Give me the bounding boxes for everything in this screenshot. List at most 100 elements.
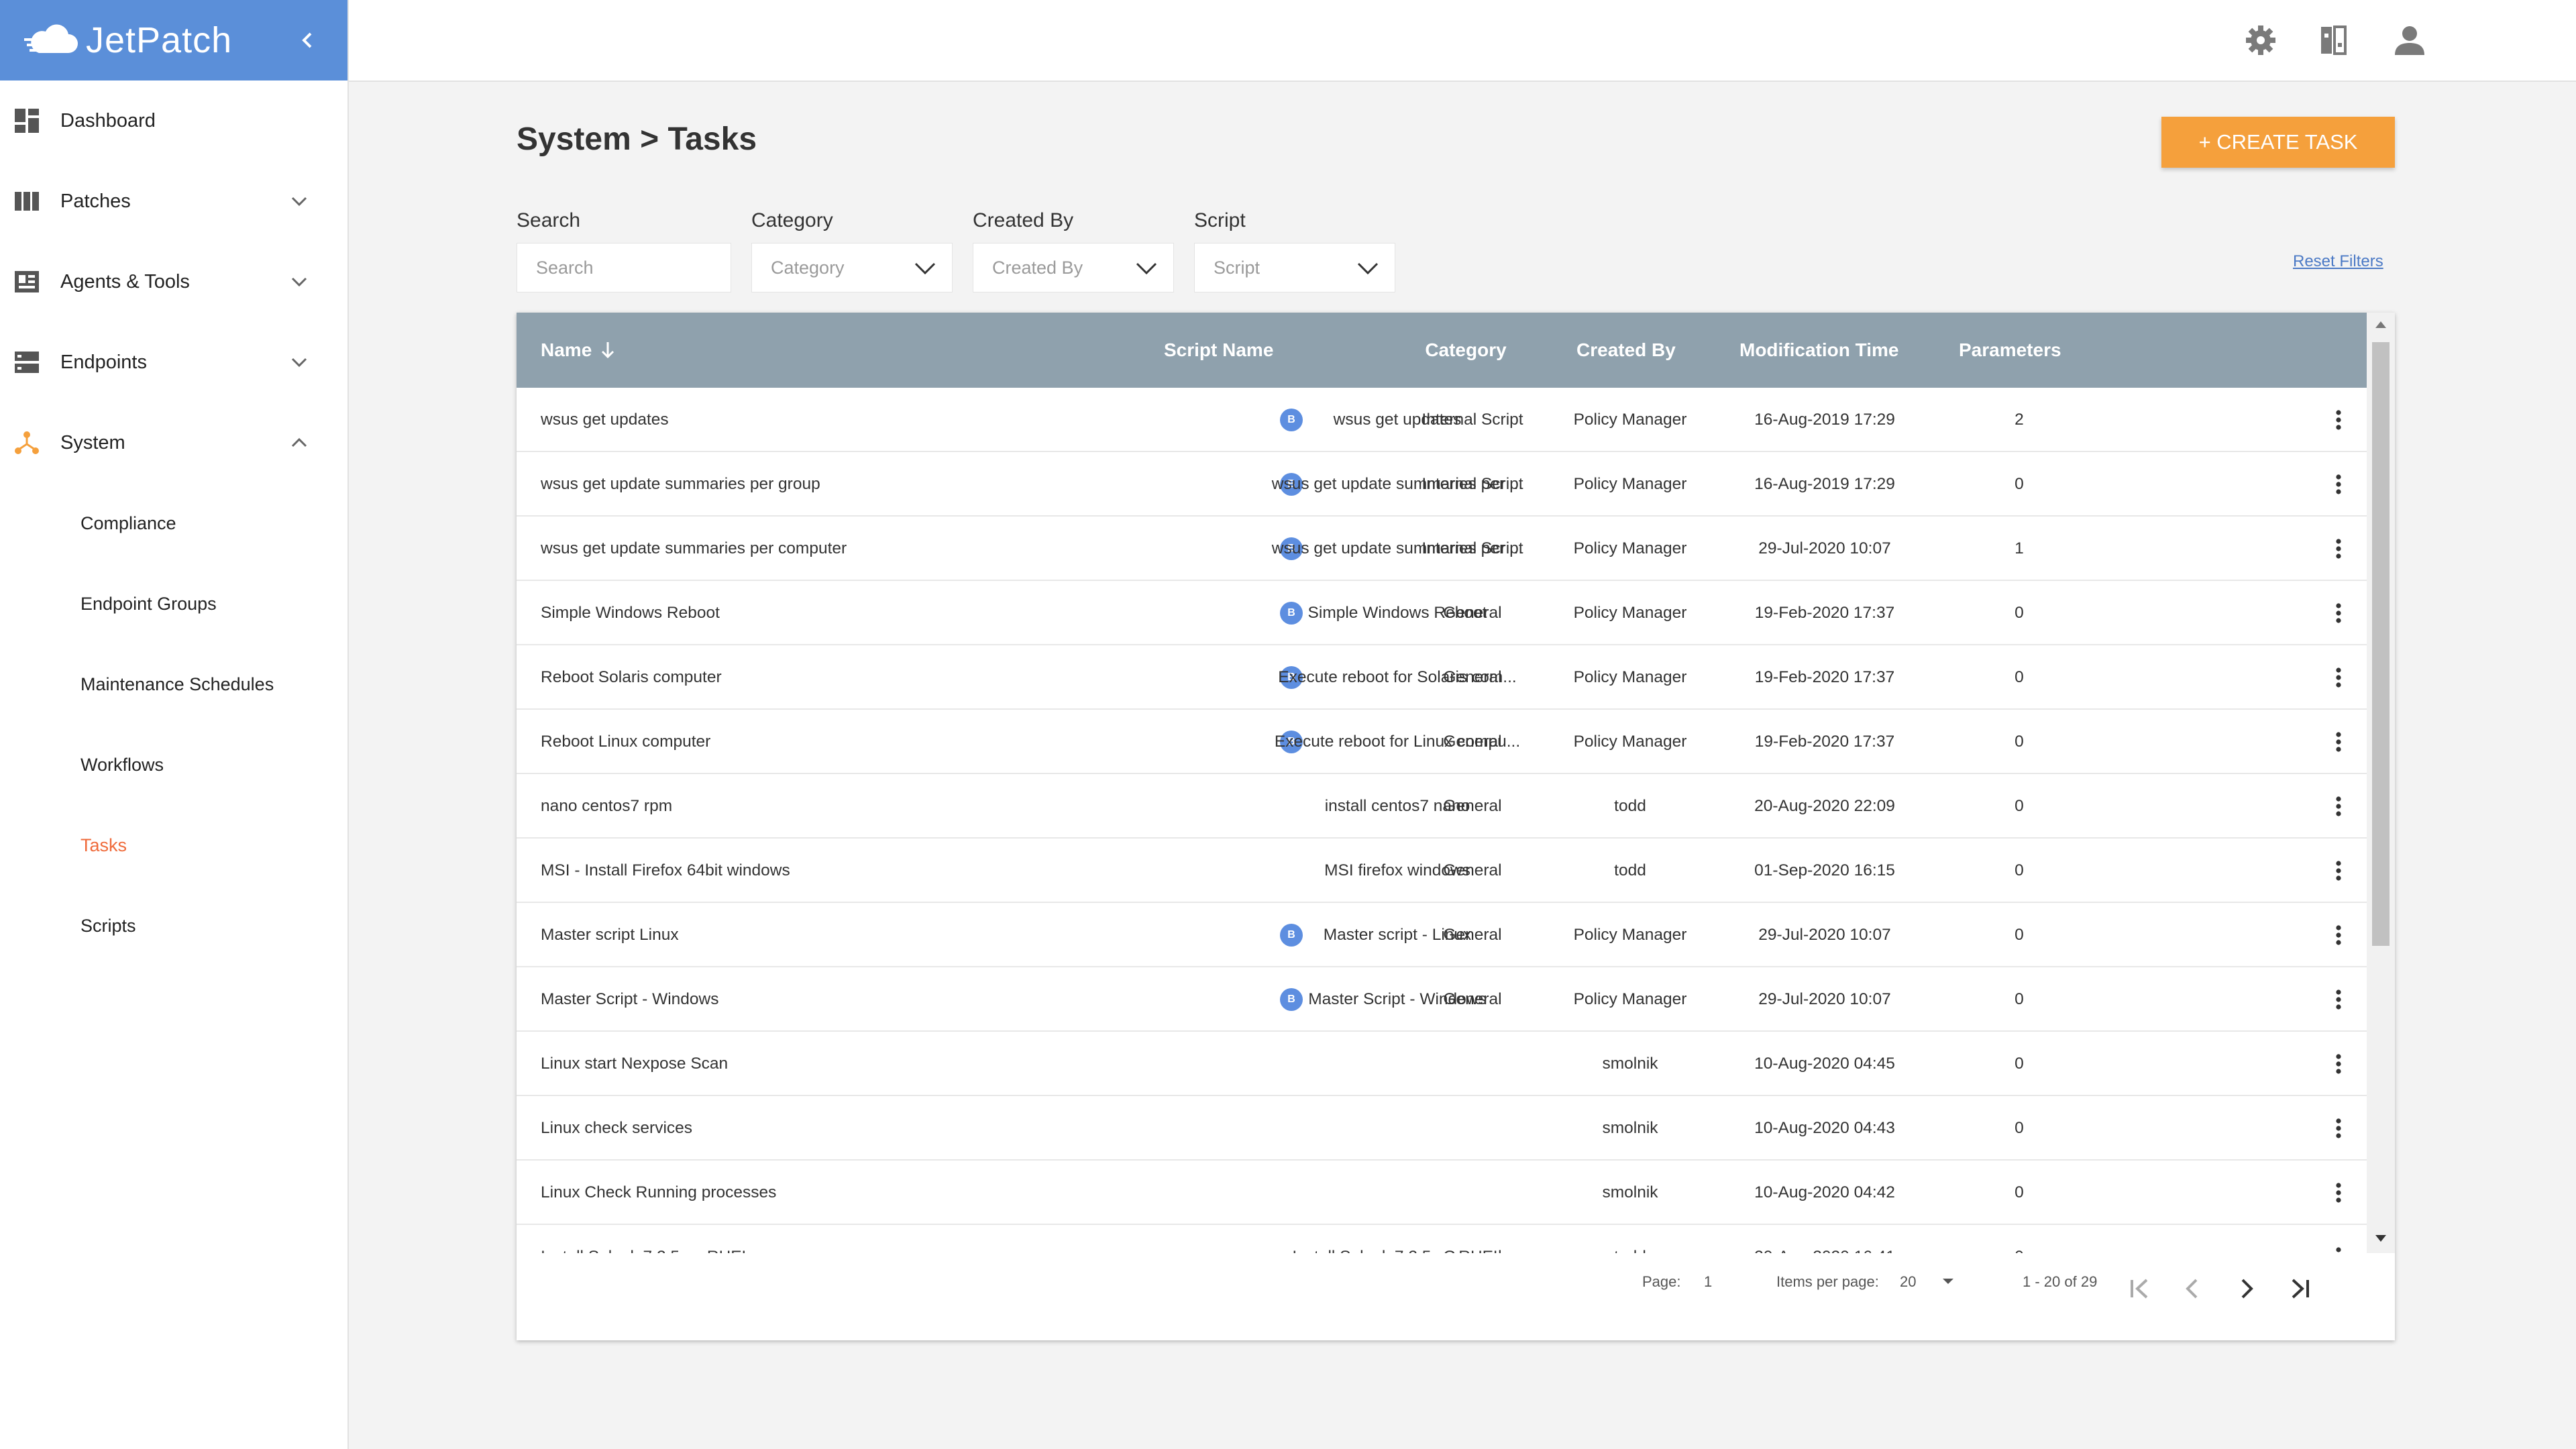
more-vert-icon[interactable]: [2325, 729, 2352, 755]
sidebar-item-label: System: [60, 431, 125, 453]
cell-created-by: smolnik: [1602, 1183, 1658, 1201]
created-by-label: Created By: [973, 209, 1074, 231]
cell-created-by: Policy Manager: [1573, 733, 1687, 751]
more-vert-icon[interactable]: [2325, 922, 2352, 949]
search-input[interactable]: Search: [517, 243, 731, 292]
chevron-down-icon[interactable]: [288, 352, 310, 373]
column-header-name[interactable]: Name: [541, 313, 616, 388]
scroll-thumb[interactable]: [2372, 342, 2390, 946]
created-by-select[interactable]: Created By: [973, 243, 1174, 292]
sidebar-subitem-compliance[interactable]: Compliance: [0, 483, 347, 564]
column-header-modification-time[interactable]: Modification Time: [1739, 313, 1899, 388]
sidebar-item-label: Endpoints: [60, 351, 147, 373]
sidebar-item-patches[interactable]: Patches: [0, 161, 347, 241]
search-filter: Search Search: [517, 209, 731, 292]
table-row[interactable]: MSI - Install Firefox 64bit windows MSI …: [517, 839, 2367, 903]
bookmark-icon[interactable]: [2313, 20, 2353, 60]
sidebar-subitem-workflows[interactable]: Workflows: [0, 724, 347, 805]
chevron-down-icon[interactable]: [288, 191, 310, 212]
column-header-created-by[interactable]: Created By: [1519, 313, 1721, 388]
more-vert-icon[interactable]: [2325, 407, 2352, 433]
cell-parameters: 0: [2015, 604, 2024, 622]
table-row[interactable]: Linux Check Running processes smolnik 10…: [517, 1161, 2367, 1225]
sidebar-item-label: Patches: [60, 190, 131, 212]
cell-modification-time: 20-Aug-2020 22:09: [1754, 797, 1895, 815]
category-select[interactable]: Category: [751, 243, 953, 292]
table-row[interactable]: Master Script - Windows B Master Script …: [517, 967, 2367, 1032]
table-row[interactable]: wsus get updates B wsus get updates Inte…: [517, 388, 2367, 452]
agents-icon: [13, 268, 40, 295]
next-page-icon[interactable]: [2230, 1272, 2263, 1305]
items-per-page-label: Items per page:: [1776, 1273, 1879, 1290]
cell-name: wsus get update summaries per group: [541, 475, 820, 493]
previous-page-icon[interactable]: [2176, 1272, 2210, 1305]
page-number-input[interactable]: 1: [1704, 1273, 1712, 1291]
table-row[interactable]: wsus get update summaries per group B ws…: [517, 452, 2367, 517]
more-vert-icon[interactable]: [2325, 471, 2352, 498]
table-row[interactable]: Master script Linux B Master script - Li…: [517, 903, 2367, 967]
more-vert-icon[interactable]: [2325, 1115, 2352, 1142]
more-vert-icon[interactable]: [2325, 1244, 2352, 1253]
created-by-filter: Created By Created By: [973, 209, 1174, 292]
more-vert-icon[interactable]: [2325, 1051, 2352, 1077]
table-row[interactable]: Reboot Linux computer B Execute reboot f…: [517, 710, 2367, 774]
chevron-down-icon[interactable]: [288, 271, 310, 292]
server-icon: [13, 349, 40, 376]
sidebar-item-system[interactable]: System: [0, 402, 347, 483]
column-header-script-name[interactable]: Script Name: [1164, 313, 1273, 388]
table-row[interactable]: nano centos7 rpm install centos7 nano Ge…: [517, 774, 2367, 839]
sidebar-item-dashboard[interactable]: Dashboard: [0, 80, 347, 161]
last-page-icon[interactable]: [2284, 1272, 2317, 1305]
more-vert-icon[interactable]: [2325, 664, 2352, 691]
more-vert-icon[interactable]: [2325, 986, 2352, 1013]
column-header-parameters[interactable]: Parameters: [1959, 313, 2061, 388]
table-row[interactable]: Reboot Solaris computer B Execute reboot…: [517, 645, 2367, 710]
arrow-down-icon: [602, 342, 614, 359]
more-vert-icon[interactable]: [2325, 1179, 2352, 1206]
first-page-icon[interactable]: [2123, 1272, 2156, 1305]
cell-created-by: Policy Manager: [1573, 411, 1687, 429]
cell-category: General: [1443, 733, 1502, 751]
column-header-category[interactable]: Category: [1412, 313, 1519, 388]
sidebar-subitem-endpoint-groups[interactable]: Endpoint Groups: [0, 564, 347, 644]
sidebar-subitem-scripts[interactable]: Scripts: [0, 885, 347, 966]
table-row[interactable]: Linux check services smolnik 10-Aug-2020…: [517, 1096, 2367, 1161]
page-range: 1 - 20 of 29: [2023, 1273, 2098, 1290]
cell-modification-time: 10-Aug-2020 04:45: [1754, 1055, 1895, 1073]
items-per-page-select[interactable]: 20: [1900, 1273, 1916, 1291]
scroll-up-icon[interactable]: [2375, 319, 2387, 329]
more-vert-icon[interactable]: [2325, 535, 2352, 562]
column-header-label: Name: [541, 339, 592, 360]
user-icon[interactable]: [2390, 20, 2430, 60]
table-row[interactable]: Install Splunk 7.2.5 on RHEL Install Spl…: [517, 1225, 2367, 1253]
cell-name: Simple Windows Reboot: [541, 604, 720, 622]
cell-name: Reboot Solaris computer: [541, 668, 722, 686]
sidebar-item-label: Agents & Tools: [60, 270, 190, 292]
cell-name: Linux start Nexpose Scan: [541, 1055, 729, 1073]
more-vert-icon[interactable]: [2325, 600, 2352, 627]
cell-modification-time: 19-Feb-2020 17:37: [1754, 733, 1895, 751]
cell-parameters: 0: [2015, 475, 2024, 493]
vertical-scrollbar[interactable]: [2367, 313, 2395, 1253]
sidebar-item-endpoints[interactable]: Endpoints: [0, 322, 347, 402]
chevron-up-icon[interactable]: [288, 432, 310, 453]
sidebar-item-agents-tools[interactable]: Agents & Tools: [0, 241, 347, 322]
cell-name: wsus get updates: [541, 411, 669, 429]
chevron-left-icon[interactable]: [294, 27, 321, 54]
table-row[interactable]: Linux start Nexpose Scan smolnik 10-Aug-…: [517, 1032, 2367, 1096]
scroll-down-icon[interactable]: [2375, 1234, 2387, 1244]
cell-category: General: [1443, 797, 1502, 815]
create-task-button[interactable]: + CREATE TASK: [2161, 117, 2395, 168]
script-select[interactable]: Script: [1194, 243, 1395, 292]
gear-icon[interactable]: [2241, 20, 2281, 60]
table-row[interactable]: wsus get update summaries per computer B…: [517, 517, 2367, 581]
more-vert-icon[interactable]: [2325, 793, 2352, 820]
reset-filters-link[interactable]: Reset Filters: [2293, 252, 2383, 271]
sidebar-subitem-maintenance-schedules[interactable]: Maintenance Schedules: [0, 644, 347, 724]
more-vert-icon[interactable]: [2325, 857, 2352, 884]
cell-category: General: [1443, 990, 1502, 1008]
sidebar-subitem-tasks[interactable]: Tasks: [0, 805, 347, 885]
table-row[interactable]: Simple Windows Reboot B Simple Windows R…: [517, 581, 2367, 645]
caret-down-icon[interactable]: [1940, 1273, 1956, 1289]
category-placeholder: Category: [771, 257, 845, 278]
